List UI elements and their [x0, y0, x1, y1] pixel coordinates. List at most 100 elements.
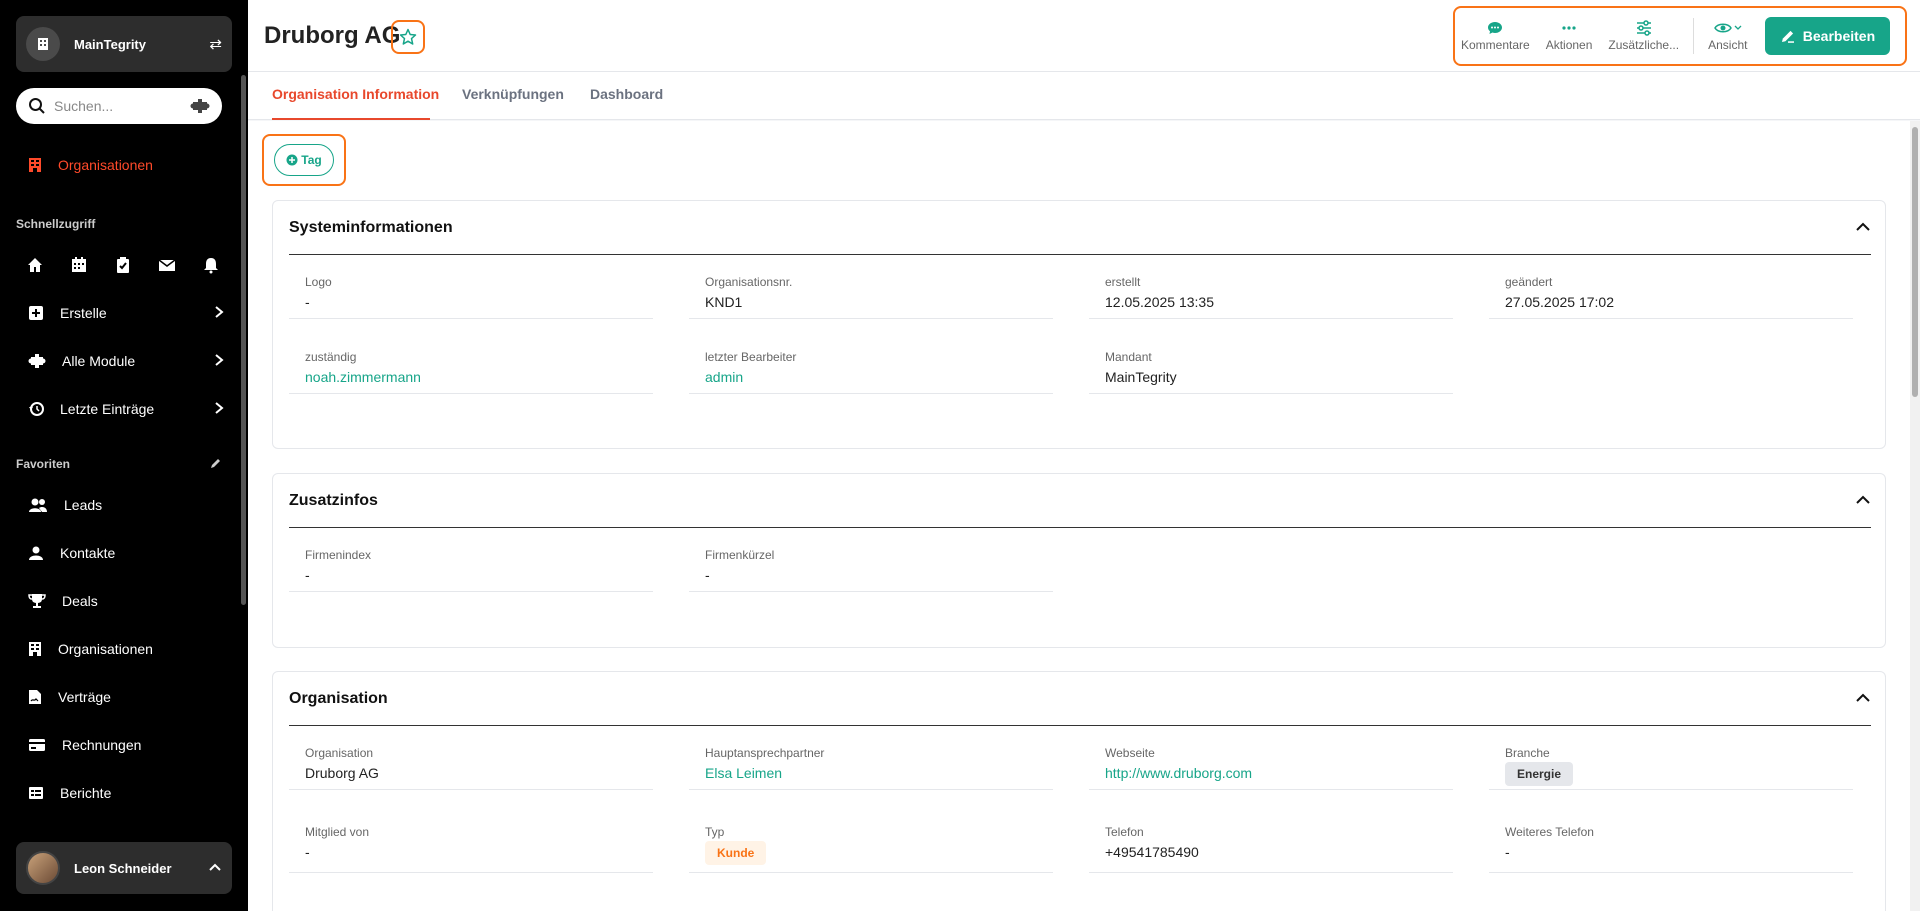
mail-icon[interactable]: [158, 256, 176, 274]
sliders-icon: [1636, 20, 1652, 38]
puzzle-icon: [28, 354, 46, 368]
view-label: Ansicht: [1708, 38, 1748, 52]
sidebar-item-kontakte[interactable]: Kontakte: [0, 533, 248, 573]
additional-label: Zusätzliche...: [1608, 38, 1680, 52]
clipboard-check-icon[interactable]: [114, 256, 132, 274]
tab-organisation-information[interactable]: Organisation Information: [272, 86, 439, 102]
sidebar-item-label: Verträge: [58, 689, 111, 705]
field-label: Logo: [305, 275, 332, 289]
field-value: 27.05.2025 17:02: [1505, 294, 1614, 310]
comments-button[interactable]: Kommentare: [1461, 20, 1530, 52]
field-mitglied-von: Mitglied von -: [289, 807, 653, 873]
home-icon[interactable]: [26, 256, 44, 274]
page-title: Druborg AG: [264, 22, 401, 49]
chevron-up-icon[interactable]: [1855, 219, 1871, 237]
quick-access-label: Schnellzugriff: [16, 217, 96, 231]
scrollbar-thumb[interactable]: [1912, 127, 1918, 397]
history-icon: [29, 402, 44, 416]
section-header[interactable]: Organisation: [289, 672, 1871, 726]
org-switcher[interactable]: MainTegrity ⇄: [16, 16, 232, 72]
add-tag-button[interactable]: Tag: [274, 144, 334, 176]
field-erstellt: erstellt 12.05.2025 13:35: [1089, 257, 1453, 319]
search-input[interactable]: [54, 98, 190, 114]
field-link[interactable]: Elsa Leimen: [705, 765, 1053, 781]
field-value: -: [705, 567, 710, 583]
sidebar-item-vertraege[interactable]: Verträge: [0, 677, 248, 717]
tab-dashboard[interactable]: Dashboard: [590, 86, 663, 102]
field-label: Mitglied von: [305, 825, 370, 839]
sidebar-item-deals[interactable]: Deals: [0, 581, 248, 621]
type-badge: Kunde: [705, 841, 767, 865]
sidebar-item-label: Kontakte: [60, 545, 116, 561]
additional-button[interactable]: Zusätzliche...: [1608, 20, 1679, 52]
sidebar-item-berichte[interactable]: Berichte: [0, 773, 248, 813]
section-zusatzinfos: Zusatzinfos Firmenindex - Firmenkürzel -: [272, 473, 1886, 648]
sidebar-item-organisationen[interactable]: Organisationen: [0, 629, 248, 669]
sidebar-item-leads[interactable]: Leads: [0, 485, 248, 525]
sidebar-item-label: Berichte: [60, 785, 112, 801]
field-value: Druborg AG: [305, 765, 379, 781]
section-header[interactable]: Zusatzinfos: [289, 474, 1871, 528]
more-dots-icon: [1561, 20, 1577, 38]
swap-icon[interactable]: ⇄: [209, 35, 222, 53]
report-icon: [29, 787, 43, 799]
bell-icon[interactable]: [202, 256, 220, 274]
website-link[interactable]: http://www.druborg.com: [1105, 765, 1453, 781]
sidebar: MainTegrity ⇄ Organisationen Schnellzugr…: [0, 0, 248, 911]
sidebar-item-erstelle[interactable]: Erstelle: [0, 293, 248, 333]
chevron-right-icon: [214, 353, 224, 370]
sidebar-item-label: Organisationen: [58, 157, 153, 173]
field-value: -: [305, 294, 310, 310]
field-label: Weiteres Telefon: [1505, 825, 1594, 839]
field-label: Webseite: [1105, 746, 1155, 760]
building-icon: [26, 27, 60, 61]
plus-circle-icon: [286, 154, 298, 166]
field-label: letzter Bearbeiter: [705, 350, 797, 364]
field-label: Firmenkürzel: [705, 548, 775, 562]
tab-bar: Organisation Information Verknüpfungen D…: [248, 72, 1920, 120]
actions-button[interactable]: Aktionen: [1545, 20, 1593, 52]
actions-label: Aktionen: [1545, 38, 1593, 52]
tab-verknuepfungen[interactable]: Verknüpfungen: [462, 86, 564, 102]
sidebar-item-rechnungen[interactable]: Rechnungen: [0, 725, 248, 765]
sidebar-item-organisationen-active[interactable]: Organisationen: [0, 145, 248, 185]
search-icon: [29, 98, 45, 114]
building-icon: [29, 158, 41, 172]
section-header[interactable]: Systeminformationen: [289, 201, 1871, 255]
comment-icon: [1487, 20, 1503, 38]
field-label: zuständig: [305, 350, 357, 364]
tag-label: Tag: [301, 153, 322, 167]
section-title: Organisation: [289, 689, 388, 707]
chevron-up-icon: [208, 859, 222, 877]
puzzle-icon[interactable]: [190, 98, 210, 114]
building-icon: [29, 642, 41, 656]
field-label: Organisationsnr.: [705, 275, 793, 289]
field-typ: Typ Kunde: [689, 807, 1053, 873]
field-firmenindex: Firmenindex -: [289, 530, 653, 592]
field-telefon: Telefon +49541785490: [1089, 807, 1453, 873]
user-menu[interactable]: Leon Schneider: [16, 842, 232, 894]
user-name: Leon Schneider: [74, 860, 172, 876]
field-label: Firmenindex: [305, 548, 372, 562]
field-mandant: Mandant MainTegrity: [1089, 332, 1453, 394]
field-link[interactable]: noah.zimmermann: [305, 369, 653, 385]
section-title: Systeminformationen: [289, 218, 453, 236]
calendar-icon[interactable]: [70, 256, 88, 274]
chevron-up-icon[interactable]: [1855, 492, 1871, 510]
sidebar-item-alle-module[interactable]: Alle Module: [0, 341, 248, 381]
pencil-icon[interactable]: [210, 456, 222, 474]
sidebar-item-label: Letzte Einträge: [60, 401, 155, 417]
favorite-star-button[interactable]: [391, 20, 425, 54]
view-button[interactable]: Ansicht: [1708, 20, 1747, 52]
user-icon: [29, 546, 43, 560]
sidebar-item-label: Leads: [64, 497, 103, 513]
pencil-icon: [1781, 30, 1794, 43]
sidebar-item-letzte-eintraege[interactable]: Letzte Einträge: [0, 389, 248, 429]
edit-button[interactable]: Bearbeiten: [1765, 17, 1891, 55]
field-value: 12.05.2025 13:35: [1105, 294, 1214, 310]
org-name: MainTegrity: [74, 36, 146, 52]
chevron-up-icon[interactable]: [1855, 690, 1871, 708]
main-scrollbar[interactable]: [1910, 121, 1920, 911]
field-link[interactable]: admin: [705, 369, 1053, 385]
trophy-icon: [28, 594, 46, 608]
